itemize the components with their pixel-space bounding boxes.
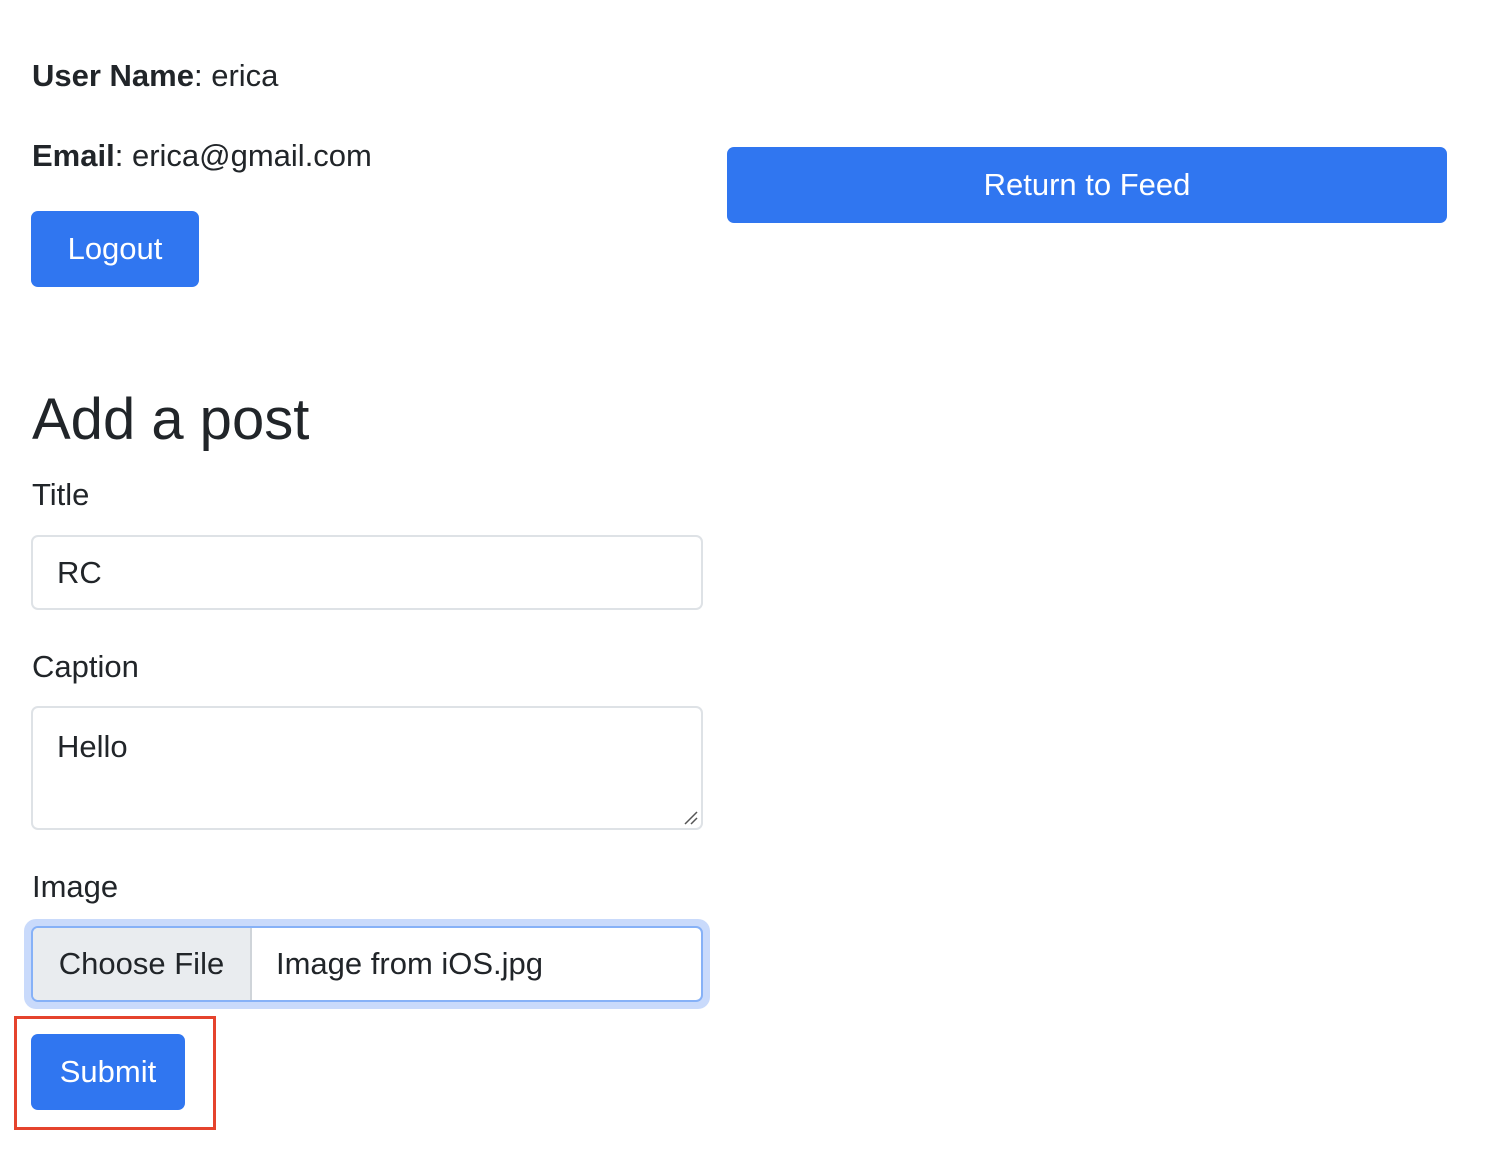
resize-grip-icon[interactable] (682, 809, 698, 825)
username-label: User Name (32, 58, 194, 93)
email-value: erica@gmail.com (131, 138, 372, 173)
title-label: Title (32, 477, 90, 512)
title-input[interactable]: RC (31, 535, 703, 610)
profile-page: User Name: erica Email: erica@gmail.com … (0, 0, 1496, 1154)
email-line: Email: erica@gmail.com (32, 138, 372, 173)
submit-button[interactable]: Submit (31, 1034, 185, 1110)
caption-textarea[interactable]: Hello (31, 706, 703, 830)
choose-file-button[interactable]: Choose File (33, 928, 252, 1000)
username-value: erica (211, 58, 279, 93)
caption-text: Hello (57, 729, 128, 764)
caption-label: Caption (32, 649, 139, 684)
selected-file-name: Image from iOS.jpg (276, 946, 544, 981)
logout-button[interactable]: Logout (31, 211, 199, 287)
username-line: User Name: erica (32, 58, 279, 93)
email-label: Email (32, 138, 115, 173)
image-file-input[interactable]: Choose File Image from iOS.jpg (31, 926, 703, 1002)
image-label: Image (32, 869, 119, 904)
add-post-heading: Add a post (32, 387, 310, 452)
return-to-feed-button[interactable]: Return to Feed (727, 147, 1447, 223)
